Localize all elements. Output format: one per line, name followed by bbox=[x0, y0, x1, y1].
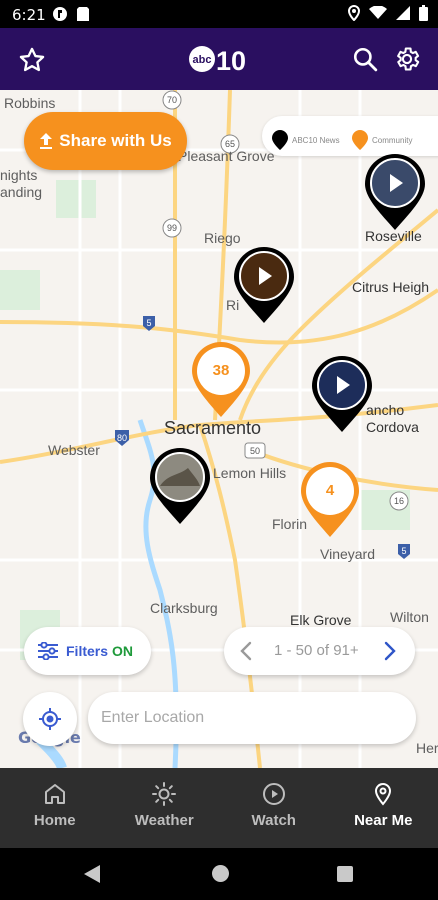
place-lemon-hills: Lemon Hills bbox=[213, 465, 287, 481]
filters-label: Filters bbox=[66, 643, 109, 659]
legend-abc10: ABC10 News bbox=[272, 130, 340, 150]
system-home-icon[interactable] bbox=[212, 865, 229, 882]
video-pin-rio-linda[interactable] bbox=[232, 245, 296, 325]
nav-home-label: Home bbox=[33, 812, 76, 829]
place-clarksburg: Clarksburg bbox=[150, 600, 218, 616]
upload-icon bbox=[40, 133, 53, 149]
cluster-pin-38-shape bbox=[192, 342, 250, 417]
location-status-icon bbox=[347, 5, 361, 21]
status-time: 6:21 bbox=[12, 6, 46, 24]
status-bar: 6:21 bbox=[0, 0, 438, 28]
results-range: 1 - 50 of 91+ bbox=[274, 642, 359, 659]
play-circle-icon bbox=[262, 783, 285, 805]
place-vineyard: Vineyard bbox=[320, 546, 376, 562]
cluster-pin-4[interactable]: 4 bbox=[299, 460, 361, 540]
chevron-left-icon[interactable] bbox=[240, 641, 252, 661]
place-knights-landing: nights anding bbox=[0, 167, 43, 200]
legend-community-label: Community bbox=[372, 135, 413, 145]
nav-near-me-label: Near Me bbox=[354, 812, 413, 829]
system-recents-icon[interactable] bbox=[337, 866, 353, 882]
place-riego: Riego bbox=[204, 230, 241, 246]
legend-abc10-label: ABC10 News bbox=[292, 135, 340, 145]
share-with-us-button[interactable]: Share with Us bbox=[24, 112, 187, 170]
wifi-icon bbox=[369, 6, 387, 19]
nav-watch[interactable]: Watch bbox=[219, 768, 329, 848]
nav-weather[interactable]: Weather bbox=[110, 768, 220, 848]
photo-pin-sacramento-river[interactable] bbox=[148, 446, 212, 526]
place-pleasant-grove: Pleasant Grove bbox=[178, 148, 275, 164]
legend-pin-black-icon bbox=[272, 130, 288, 150]
status-right-icons bbox=[347, 5, 428, 21]
crosshair-location-icon bbox=[39, 708, 61, 730]
search-icon[interactable] bbox=[352, 46, 378, 72]
app-bar: abc 10 bbox=[0, 28, 438, 90]
notification-app-icon bbox=[53, 7, 67, 21]
place-sacramento: Sacramento bbox=[164, 418, 262, 438]
my-location-button[interactable] bbox=[23, 692, 77, 746]
cluster-pin-38[interactable]: 38 bbox=[190, 340, 252, 420]
place-wilton: Wilton bbox=[390, 609, 429, 625]
status-left-icons bbox=[52, 6, 90, 22]
place-elk-grove: Elk Grove bbox=[290, 612, 352, 628]
svg-text:abc: abc bbox=[193, 54, 212, 66]
legend-community: Community bbox=[352, 130, 412, 150]
chevron-right-icon[interactable] bbox=[384, 641, 396, 661]
filters-state: ON bbox=[112, 643, 134, 659]
sun-icon bbox=[152, 782, 177, 806]
place-robbins: Robbins bbox=[4, 95, 56, 111]
settings-gear-icon[interactable] bbox=[393, 45, 421, 73]
results-pager: 1 - 50 of 91+ bbox=[224, 627, 415, 675]
favorites-star-icon[interactable] bbox=[18, 46, 46, 74]
video-pin-rancho-cordova[interactable] bbox=[310, 354, 374, 434]
video-pin-roseville[interactable] bbox=[363, 152, 427, 232]
svg-text:16: 16 bbox=[394, 496, 404, 506]
location-pin-icon bbox=[375, 782, 392, 806]
nav-near-me[interactable]: Near Me bbox=[329, 768, 438, 848]
battery-icon bbox=[419, 5, 428, 21]
place-citrus-heights: Citrus Heigh bbox=[352, 279, 430, 295]
svg-text:99: 99 bbox=[167, 223, 177, 233]
svg-text:80: 80 bbox=[117, 433, 127, 443]
bottom-navigation: Home Weather Watch Near Me bbox=[0, 768, 438, 848]
place-webster: Webster bbox=[48, 442, 100, 458]
system-back-icon[interactable] bbox=[84, 865, 100, 883]
cluster-pin-4-shape bbox=[301, 462, 359, 537]
legend-pin-orange-icon bbox=[352, 130, 368, 150]
cluster-38-count: 38 bbox=[212, 362, 230, 379]
filters-toggle-button[interactable]: Filters ON bbox=[24, 627, 151, 675]
nav-watch-label: Watch bbox=[251, 812, 296, 829]
nav-home[interactable]: Home bbox=[0, 768, 110, 848]
abc10-logo: abc 10 bbox=[188, 44, 252, 76]
home-icon bbox=[44, 784, 65, 804]
map-view[interactable]: 70 65 99 5 80 50 16 5 Robbins Pleasant G… bbox=[0, 90, 438, 768]
svg-text:5: 5 bbox=[401, 546, 406, 556]
system-navigation-bar bbox=[0, 848, 438, 900]
sd-card-icon bbox=[77, 7, 89, 21]
filter-sliders-icon bbox=[38, 642, 58, 660]
svg-text:50: 50 bbox=[250, 446, 260, 456]
svg-text:5: 5 bbox=[146, 318, 151, 328]
signal-icon bbox=[396, 6, 410, 20]
nav-weather-label: Weather bbox=[134, 812, 194, 829]
map-legend: ABC10 News Community bbox=[262, 116, 438, 156]
cluster-4-count: 4 bbox=[325, 482, 335, 499]
share-with-us-label: Share with Us bbox=[59, 131, 172, 150]
hwy-70-label: 70 bbox=[167, 95, 177, 105]
location-search-input[interactable] bbox=[88, 692, 416, 744]
place-here: Here bbox=[416, 740, 438, 756]
svg-text:10: 10 bbox=[216, 46, 246, 74]
